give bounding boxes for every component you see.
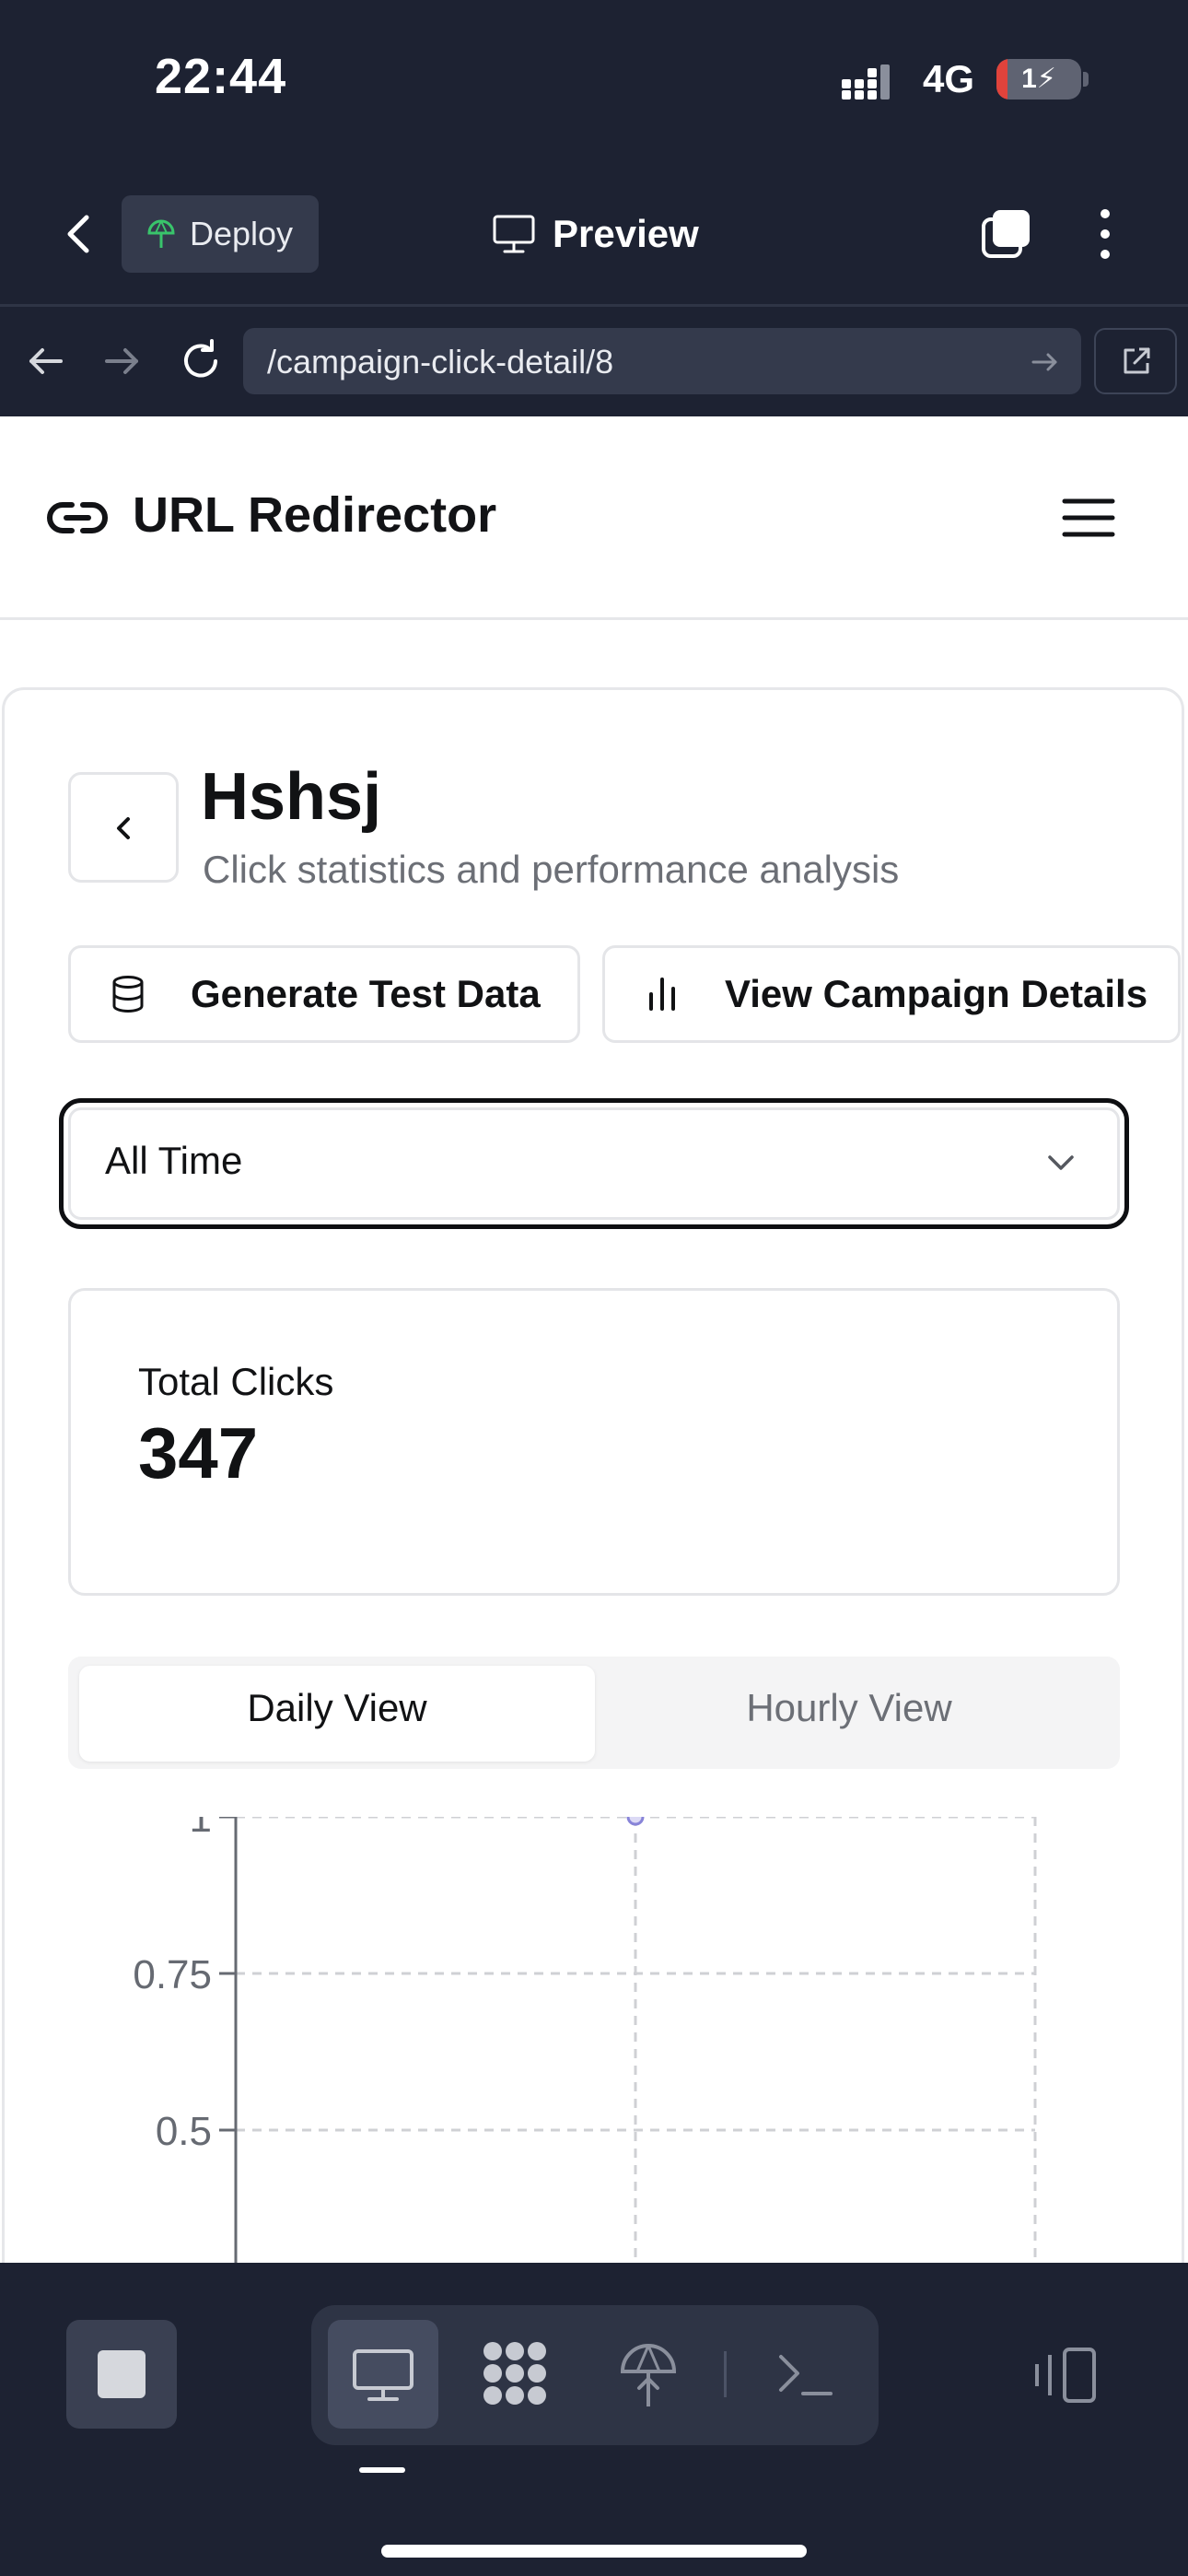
time-filter-value: All Time [105,1139,243,1182]
stop-button[interactable] [66,2320,177,2429]
site-title: URL Redirector [133,487,497,543]
link-icon [47,502,108,533]
battery-icon: 1⚡ [996,59,1081,100]
site-header: URL Redirector [0,416,1188,620]
tab-daily-view-label: Daily View [247,1686,427,1729]
deploy-button[interactable]: Deploy [122,195,319,273]
go-arrow-icon[interactable] [1030,346,1061,378]
deploy-icon[interactable] [619,2340,678,2410]
web-page: URL Redirector Hshsj Click statistics an… [0,416,1188,2263]
tabs-icon[interactable] [978,205,1033,263]
battery-tip [1083,72,1089,87]
mode-separator [724,2351,727,2397]
stop-icon [98,2350,146,2398]
integrations-icon[interactable] [480,2338,550,2408]
deploy-icon [147,219,175,248]
database-icon [112,976,144,1013]
network-type: 4G [923,57,975,100]
data-point [626,1817,645,1826]
y-tick-label: 0.5 [156,2109,212,2154]
browser-forward-icon[interactable] [99,339,144,383]
terminal-icon[interactable] [775,2349,834,2401]
signal-icon [842,64,890,100]
view-campaign-details-button[interactable]: View Campaign Details [602,945,1181,1043]
total-clicks-value: 347 [138,1412,259,1493]
more-options-icon[interactable] [1087,205,1124,263]
home-indicator [381,2545,807,2558]
appbar-divider [0,304,1188,307]
bar-chart-icon [649,978,675,1011]
desktop-preview-icon[interactable] [351,2348,415,2403]
chevron-down-icon[interactable] [1042,1144,1079,1181]
browser-back-icon[interactable] [24,339,68,383]
deploy-label: Deploy [190,215,294,252]
y-tick-label: 1 [190,1817,212,1841]
back-button[interactable] [68,772,179,883]
menu-icon[interactable] [1059,494,1118,542]
desktop-icon [493,215,535,253]
daily-clicks-chart: 1 0.75 0.5 [133,1817,1037,2263]
tab-hourly-view[interactable]: Hourly View [591,1686,1107,1730]
chevron-left-icon [117,817,130,839]
status-time: 22:44 [155,49,287,104]
total-clicks-label: Total Clicks [138,1360,334,1403]
preview-label: Preview [553,212,699,255]
generate-test-data-label: Generate Test Data [191,972,541,1015]
external-link-icon [1124,347,1150,374]
view-campaign-details-label: View Campaign Details [725,972,1148,1015]
generate-test-data-button[interactable]: Generate Test Data [68,945,580,1043]
reload-icon[interactable] [175,335,227,387]
campaign-subtitle: Click statistics and performance analysi… [203,848,900,891]
device-toggle-icon[interactable] [1033,2346,1100,2405]
campaign-title: Hshsj [201,760,382,834]
preview-title[interactable]: Preview [492,205,699,263]
active-mode-indicator [359,2467,405,2473]
url-field[interactable]: /campaign-click-detail/8 [243,328,1081,394]
back-icon[interactable] [53,205,103,263]
url-text: /campaign-click-detail/8 [267,343,614,381]
open-external-button[interactable] [1094,328,1177,394]
y-tick-label: 0.75 [133,1952,212,1997]
